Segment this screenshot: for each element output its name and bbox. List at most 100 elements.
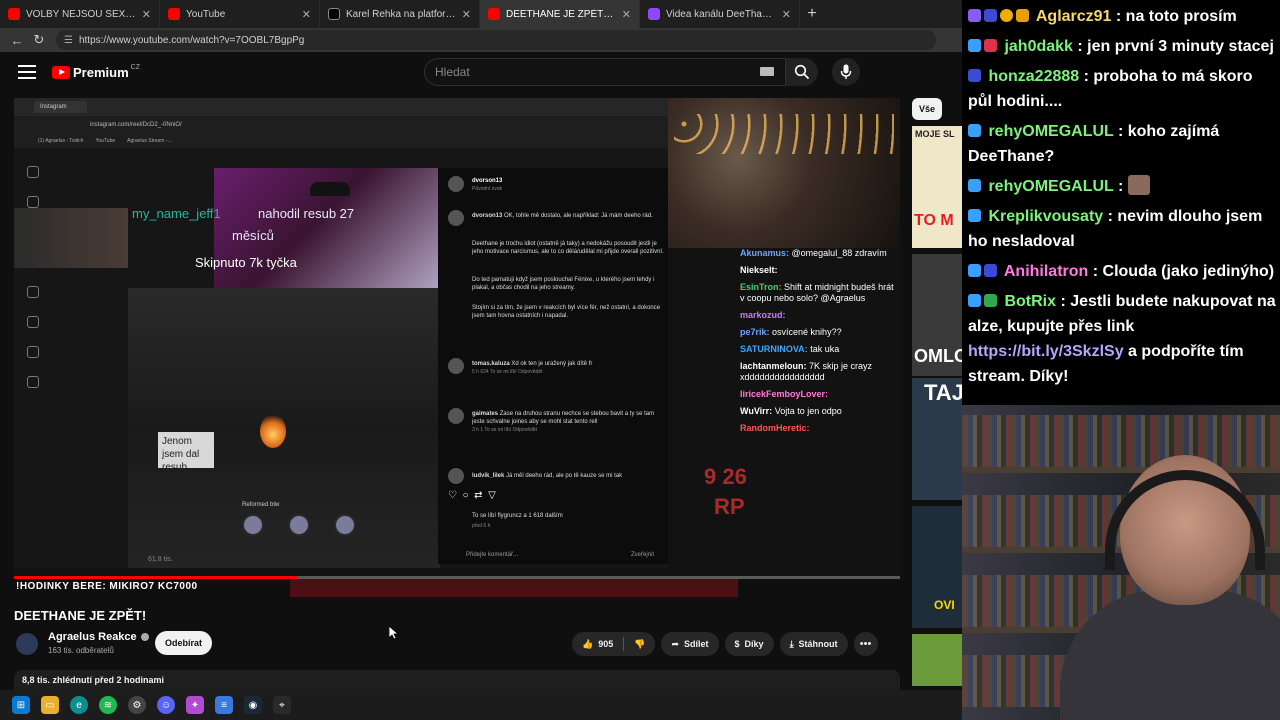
browser-tab-active[interactable]: DEETHANE JE ZPĚT! - YouTube ✕ <box>480 0 640 28</box>
avatar <box>448 210 464 226</box>
overlay-number: 9 26 <box>704 464 747 489</box>
youtube-favicon-icon <box>168 8 180 20</box>
ticker-text: !HODINKY BERE: MIKIRO7 KC7000 <box>16 581 198 592</box>
chat-line: pe7rik: osvícené knihy?? <box>740 327 900 338</box>
tab-title: Videa kanálu DeeThane - Twitch <box>666 8 776 20</box>
comment-meta: 3 h 1 To se mi líbí Odpovědět <box>472 427 537 433</box>
browser-tab[interactable]: VOLBY NEJSOU SEXY, Z NICH NE ✕ <box>0 0 160 28</box>
chat-message: rehyOMEGALUL : <box>968 174 1280 199</box>
browser-tab[interactable]: YouTube ✕ <box>160 0 320 28</box>
rec-title: OVI <box>934 598 955 612</box>
browser-tab[interactable]: Karel Řehka na platformě X: „Po v ✕ <box>320 0 480 28</box>
tab-title: DEETHANE JE ZPĚT! - YouTube <box>506 8 616 20</box>
site-info-icon[interactable]: ☰ <box>64 35 73 46</box>
prime-badge-icon <box>968 39 981 52</box>
chat-text: na toto prosím <box>1125 8 1237 25</box>
maps-pin-icon[interactable]: ⌖ <box>273 696 291 714</box>
channel-name[interactable]: Agraelus Reakce <box>48 631 137 643</box>
close-tab-icon[interactable]: ✕ <box>462 8 471 21</box>
comment: gaimates Zase na druhou stranu nechce se… <box>472 410 668 434</box>
notepad-icon[interactable]: ≡ <box>215 696 233 714</box>
comment-icon: ○ <box>462 490 469 501</box>
embedded-chat-overlay: Akunamus: @omegalul_88 zdravím Niekselt:… <box>740 248 900 568</box>
voice-search-button[interactable] <box>832 58 860 86</box>
video-title: DEETHANE JE ZPĚT! <box>14 608 147 623</box>
chip-all[interactable]: Vše <box>912 98 942 120</box>
windows-start-icon[interactable]: ⊞ <box>12 696 30 714</box>
chat-text: Vojta to jen odpo <box>774 406 842 416</box>
alert-username: my_name_jeff1 <box>132 206 221 221</box>
comment-text: Já měl deeho rád, ale po tě kauze se mi … <box>506 473 623 479</box>
home-icon <box>27 196 39 208</box>
edge-browser-icon[interactable]: e <box>70 696 88 714</box>
keyboard-icon[interactable] <box>760 67 774 76</box>
search-input[interactable]: Hledat <box>424 58 786 86</box>
back-arrow-icon[interactable]: ← <box>6 33 28 48</box>
bookmark: YouTube <box>95 138 116 144</box>
share-label: Sdílet <box>684 639 709 649</box>
subscribe-button[interactable]: Odebírat <box>155 631 212 655</box>
close-tab-icon[interactable]: ✕ <box>782 8 791 21</box>
comment-text: Zase na druhou stranu nechce se stebou b… <box>472 411 655 425</box>
close-tab-icon[interactable]: ✕ <box>142 8 151 21</box>
thanks-button[interactable]: $ Díky <box>724 632 774 656</box>
chat-text: osvícené knihy?? <box>772 327 842 337</box>
embedded-tab: Instagram <box>34 101 87 113</box>
download-button[interactable]: ⤓ Stáhnout <box>779 632 848 656</box>
channel-avatar[interactable] <box>16 633 38 655</box>
caption-user: dvorson13 <box>472 213 503 219</box>
instagram-comments-panel: dvorson13 Původní zvuk dvorson13 OK, toh… <box>438 168 668 564</box>
youtube-logo[interactable]: Premium CZ <box>52 63 140 80</box>
spotify-icon[interactable]: ≋ <box>99 696 117 714</box>
chat-username: Anihilatron <box>1003 263 1089 280</box>
copilot-icon[interactable]: ✦ <box>186 696 204 714</box>
sub-badge-icon <box>968 69 981 82</box>
like-button[interactable]: 👍 905 <box>572 639 623 650</box>
thumbs-up-icon: 👍 <box>582 638 594 649</box>
video-player[interactable]: Instagram instagram.com/reel/DcD2_-0NniO… <box>14 98 900 578</box>
comment-user: gaimates <box>472 411 499 417</box>
discord-icon[interactable]: ☺ <box>157 696 175 714</box>
more-actions-button[interactable]: ••• <box>853 632 878 656</box>
steam-icon[interactable]: ◉ <box>244 696 262 714</box>
browser-tab[interactable]: Videa kanálu DeeThane - Twitch ✕ <box>640 0 800 28</box>
url-text: https://www.youtube.com/watch?v=7OOBL7Bg… <box>78 34 305 46</box>
region-code: CZ <box>130 63 140 71</box>
chat-text: jen první 3 minuty stacej <box>1087 38 1274 55</box>
thanks-label: Díky <box>744 639 764 649</box>
url-field[interactable]: ☰ https://www.youtube.com/watch?v=7OOBL7… <box>56 30 936 50</box>
x-favicon-icon <box>328 8 340 20</box>
reels-icon <box>27 286 39 298</box>
recommendation-thumbnail[interactable] <box>912 634 962 686</box>
search-icon <box>794 64 810 80</box>
add-comment-placeholder: Přidejte komentář... <box>466 552 519 558</box>
twitch-favicon-icon <box>648 8 660 20</box>
settings-gear-icon[interactable]: ⚙ <box>128 696 146 714</box>
reformed-label: Reformed btw <box>242 502 280 508</box>
menu-icon[interactable] <box>18 65 36 79</box>
close-tab-icon[interactable]: ✕ <box>622 8 631 21</box>
chat-user: liricekFemboyLover: <box>740 389 829 399</box>
bookshelf <box>962 415 1280 467</box>
download-label: Stáhnout <box>798 639 838 649</box>
sub-badge-icon <box>984 39 997 52</box>
share-button[interactable]: ➦ Sdílet <box>661 632 719 656</box>
likes-line: To se líbí flygruncz a 1 618 dalším <box>472 513 563 519</box>
new-tab-icon[interactable]: + <box>800 0 824 28</box>
file-explorer-icon[interactable]: ▭ <box>41 696 59 714</box>
video-progress-bar[interactable] <box>14 576 900 579</box>
emote-image <box>1127 175 1150 195</box>
microphone-icon <box>840 64 852 79</box>
more-horizontal-icon: ••• <box>859 638 872 650</box>
channel-name-row[interactable]: Agraelus Reakce <box>48 631 149 643</box>
close-tab-icon[interactable]: ✕ <box>302 8 311 21</box>
like-count: 905 <box>598 639 614 649</box>
chat-line: liricekFemboyLover: <box>740 389 900 400</box>
author-name: dvorson13 <box>472 178 503 184</box>
chat-message: honza22888 : proboha to má skoro půl hod… <box>968 68 1253 110</box>
chat-link[interactable]: https://bit.ly/3SkzlSy <box>968 343 1124 360</box>
dislike-button[interactable]: 👎 <box>624 639 655 650</box>
chat-user: Niekselt: <box>740 265 778 275</box>
reload-icon[interactable]: ↻ <box>28 32 50 48</box>
search-button[interactable] <box>786 58 818 86</box>
